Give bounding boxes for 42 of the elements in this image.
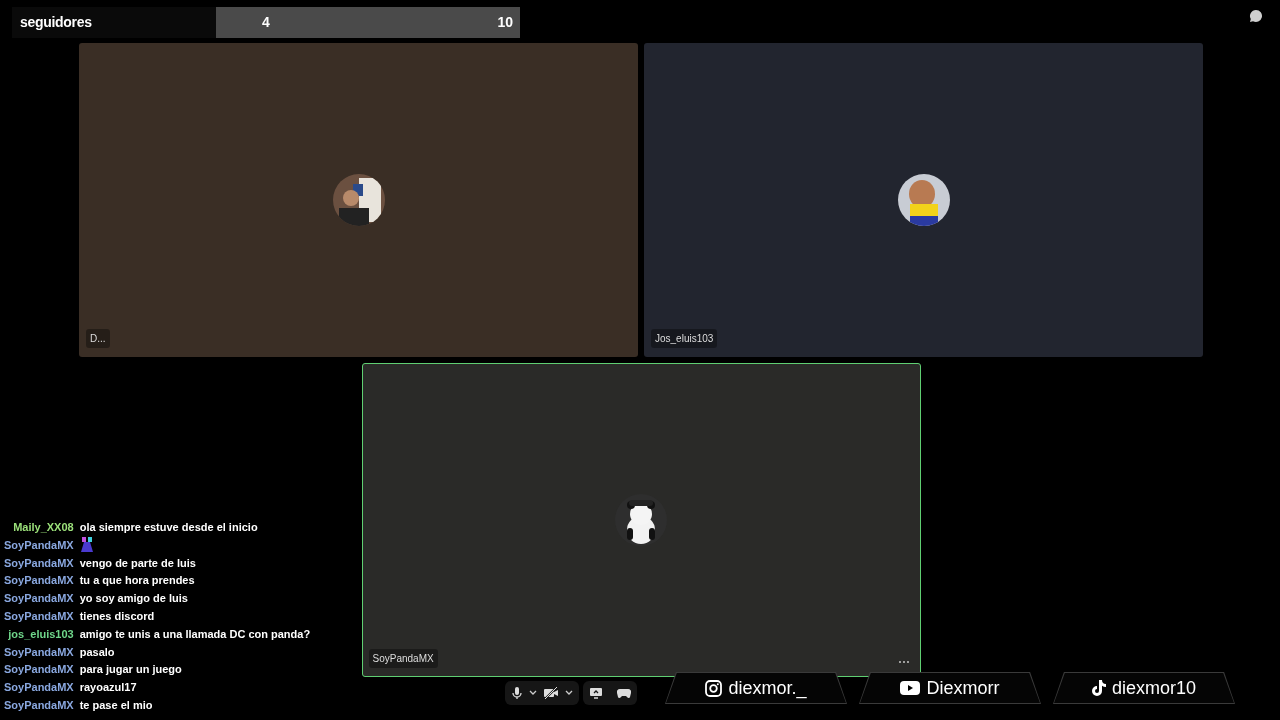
chat-username: SoyPandaMX [4,573,74,589]
chat-message: yo soy amigo de luis [79,591,189,607]
social-link[interactable]: diexmor10 [1054,673,1234,703]
microphone-icon[interactable] [511,686,523,700]
instagram-icon [705,679,723,697]
chat-username: SoyPandaMX [4,591,74,607]
chat-message: amigo te unis a una llamada DC con panda? [79,626,311,642]
chat-username: Maily_XX08 [12,520,74,535]
chat-icon[interactable] [1249,9,1263,23]
chat-message: para jugar un juego [79,662,183,678]
chat-username: SoyPandaMX [4,537,74,553]
participant-name: SoyPandaMX [368,649,438,668]
youtube-icon [900,681,921,695]
camera-off-icon[interactable] [543,686,559,700]
social-link[interactable]: diexmor._ [666,673,846,703]
chat-message: tu a que hora prendes [79,573,196,589]
chat-username: SoyPandaMX [4,555,74,571]
gamepad-icon[interactable] [617,687,631,699]
chat-message: tienes discord [79,609,156,624]
tiktok-icon [1091,680,1106,696]
participant-name: D... [86,329,110,348]
goal-current: 4 [262,13,270,32]
chat-message: te pase el mio [79,697,154,713]
participant-name: Jos_eluis103 [651,329,718,348]
goal-label: seguidores [19,13,93,32]
chat-username: SoyPandaMX [4,697,74,713]
chat-username: SoyPandaMX [4,680,74,696]
chat-message: pasalo [79,644,116,660]
chat-message: vengo de parte de luis [79,555,197,571]
more-button[interactable]: ⋯ [893,656,914,668]
screen-share-icon[interactable] [589,686,603,700]
chevron-down-icon[interactable] [529,690,537,696]
social-link[interactable]: Diexmorr [860,673,1040,703]
chat-message: ola siempre estuve desde el inicio [79,520,259,535]
chevron-down-icon[interactable] [565,690,573,696]
chat-message: rayoazul17 [79,680,138,696]
goal-target: 10 [497,13,513,32]
chat-username: SoyPandaMX [4,662,74,678]
chat-username: jos_eluis103 [7,626,74,642]
emote-icon [79,536,94,552]
chat-username: SoyPandaMX [4,609,74,624]
chat-username: SoyPandaMX [4,644,74,660]
